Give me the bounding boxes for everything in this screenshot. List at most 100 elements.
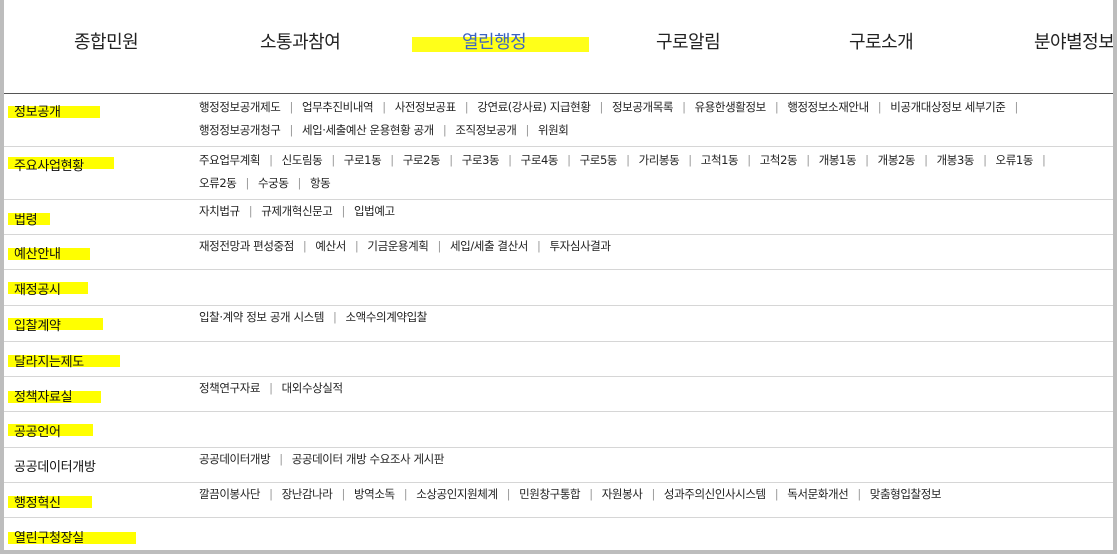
link-separator: |	[688, 153, 692, 167]
submenu-row: 재정공시	[4, 270, 1113, 306]
subcategory-link[interactable]: 개봉3동	[937, 153, 975, 167]
link-separator: |	[626, 153, 630, 167]
category-link[interactable]: 정보공개	[14, 101, 61, 120]
subcategory-link[interactable]: 세입/세출 결산서	[450, 239, 528, 253]
subcategory-links: 재정전망과 편성중점 | 예산서 | 기금운용계획 | 세입/세출 결산서 | 투자심사결과	[199, 235, 1109, 258]
subcategory-link[interactable]: 행정정보소재안내	[787, 100, 869, 114]
link-separator: |	[567, 153, 571, 167]
link-separator: |	[382, 100, 386, 114]
subcategory-link[interactable]: 강연료(강사료) 지급현황	[477, 100, 591, 114]
subcategory-link[interactable]: 맞춤형입찰정보	[870, 487, 942, 501]
subcategory-link[interactable]: 깔끔이봉사단	[199, 487, 260, 501]
subcategory-link[interactable]: 구로2동	[403, 153, 441, 167]
subcategory-link[interactable]: 사전정보공표	[395, 100, 456, 114]
link-separator: |	[525, 123, 529, 137]
subcategory-link[interactable]: 투자심사결과	[549, 239, 610, 253]
nav-item-field-info[interactable]: 분야별정보	[1034, 28, 1113, 54]
link-separator: |	[297, 176, 302, 190]
category-link[interactable]: 달라지는제도	[14, 351, 84, 370]
subcategory-link[interactable]: 민원창구통합	[519, 487, 580, 501]
submenu-row: 공공데이터개방 공공데이터개방 | 공공데이터 개방 수요조사 게시판	[4, 448, 1113, 483]
nav-item-open-administration[interactable]: 열린행정	[462, 28, 527, 54]
subcategory-link[interactable]: 오류1동	[996, 153, 1034, 167]
subcategory-links: 깔끔이봉사단 | 장난감나라 | 방역소독 | 소상공인지원체계 | 민원창구통합 | 자원봉사 | 성…	[199, 483, 1109, 506]
subcategory-link[interactable]: 구로5동	[580, 153, 618, 167]
subcategory-link[interactable]: 개봉2동	[878, 153, 916, 167]
nav-item-participation[interactable]: 소통과참여	[260, 28, 341, 54]
subcategory-link[interactable]: 오류2동	[199, 176, 237, 190]
subcategory-link[interactable]: 재정전망과 편성중점	[199, 239, 294, 253]
link-separator: |	[269, 153, 273, 167]
submenu-row: 달라지는제도	[4, 342, 1113, 377]
subcategory-link[interactable]: 개봉1동	[819, 153, 857, 167]
subcategory-link[interactable]: 조직정보공개	[455, 123, 516, 137]
category-link[interactable]: 열린구청장실	[14, 527, 84, 546]
subcategory-link[interactable]: 유용한생활정보	[695, 100, 767, 114]
subcategory-link[interactable]: 항동	[310, 176, 331, 190]
category-link[interactable]: 정책자료실	[14, 386, 73, 405]
subcategory-link[interactable]: 공공데이터 개방 수요조사 게시판	[292, 452, 445, 466]
subcategory-link[interactable]: 공공데이터개방	[199, 452, 271, 466]
subcategory-link[interactable]: 대외수상실적	[282, 381, 343, 395]
subcategory-link[interactable]: 고척1동	[701, 153, 739, 167]
link-line: 행정정보공개제도 | 업무추진비내역 | 사전정보공표 | 강연료(강사료) 지급현황 | 정보…	[199, 96, 1109, 119]
link-separator: |	[333, 310, 337, 324]
subcategory-link[interactable]: 자원봉사	[602, 487, 643, 501]
link-separator: |	[599, 100, 604, 114]
subcategory-link[interactable]: 입법예고	[354, 204, 395, 218]
subcategory-link[interactable]: 행정정보공개제도	[199, 100, 281, 114]
subcategory-link[interactable]: 행정정보공개청구	[199, 123, 281, 137]
category-link[interactable]: 예산안내	[14, 243, 61, 262]
category-link[interactable]: 공공언어	[14, 421, 61, 440]
subcategory-link[interactable]: 주요업무계획	[199, 153, 260, 167]
category-link[interactable]: 재정공시	[14, 279, 61, 298]
subcategory-links: 행정정보공개제도 | 업무추진비내역 | 사전정보공표 | 강연료(강사료) 지급현황 | 정보…	[199, 96, 1109, 142]
subcategory-link[interactable]: 독서문화개선	[787, 487, 848, 501]
link-line: 공공데이터개방 | 공공데이터 개방 수요조사 게시판	[199, 448, 1109, 471]
category-link[interactable]: 법령	[14, 209, 38, 228]
subcategory-link[interactable]: 비공개대상정보 세부기준	[890, 100, 1006, 114]
nav-item-label: 종합민원	[74, 32, 139, 53]
subcategory-link[interactable]: 입찰·계약 정보 공개 시스템	[199, 310, 324, 324]
link-separator: |	[747, 153, 751, 167]
subcategory-link[interactable]: 위원회	[538, 123, 569, 137]
subcategory-link[interactable]: 신도림동	[282, 153, 323, 167]
subcategory-link[interactable]: 예산서	[315, 239, 346, 253]
subcategory-link[interactable]: 정보공개목록	[612, 100, 673, 114]
link-separator: |	[341, 487, 345, 501]
subcategory-link[interactable]: 기금운용계획	[367, 239, 428, 253]
category-link[interactable]: 행정혁신	[14, 492, 61, 511]
category-link[interactable]: 공공데이터개방	[14, 456, 96, 475]
subcategory-link[interactable]: 가리봉동	[639, 153, 680, 167]
nav-item-guro-news[interactable]: 구로알림	[656, 28, 721, 54]
submenu-list: 정보공개 행정정보공개제도 | 업무추진비내역 | 사전정보공표 | 강연료(강사료) 지급현…	[4, 94, 1113, 550]
subcategory-link[interactable]: 규제개혁신문고	[261, 204, 333, 218]
category-link[interactable]: 입찰계약	[14, 315, 61, 334]
subcategory-link[interactable]: 자치법규	[199, 204, 240, 218]
link-separator: |	[774, 100, 779, 114]
link-line: 재정전망과 편성중점 | 예산서 | 기금운용계획 | 세입/세출 결산서 | 투자심사결과	[199, 235, 1109, 258]
subcategory-links: 자치법규 | 규제개혁신문고 | 입법예고	[199, 200, 1109, 223]
subcategory-link[interactable]: 세입·세출예산 운용현황 공개	[302, 123, 434, 137]
link-separator: |	[464, 100, 469, 114]
subcategory-link[interactable]: 고척2동	[760, 153, 798, 167]
submenu-row: 열린구청장실	[4, 518, 1113, 550]
subcategory-link[interactable]: 장난감나라	[282, 487, 333, 501]
nav-item-civil-service[interactable]: 종합민원	[74, 28, 139, 54]
subcategory-link[interactable]: 성과주의신인사시스템	[664, 487, 766, 501]
subcategory-link[interactable]: 방역소독	[354, 487, 395, 501]
subcategory-link[interactable]: 소액수의계약입찰	[346, 310, 428, 324]
subcategory-link[interactable]: 구로1동	[344, 153, 382, 167]
subcategory-link[interactable]: 정책연구자료	[199, 381, 260, 395]
subcategory-link[interactable]: 업무추진비내역	[302, 100, 374, 114]
subcategory-link[interactable]: 소상공인지원체계	[416, 487, 498, 501]
subcategory-link[interactable]: 구로4동	[521, 153, 559, 167]
link-line: 오류2동 | 수궁동 | 항동	[199, 172, 1109, 195]
link-separator: |	[289, 123, 293, 137]
nav-item-guro-intro[interactable]: 구로소개	[849, 28, 914, 54]
link-separator: |	[651, 487, 655, 501]
link-separator: |	[269, 381, 273, 395]
subcategory-link[interactable]: 구로3동	[462, 153, 500, 167]
subcategory-link[interactable]: 수궁동	[258, 176, 289, 190]
category-link[interactable]: 주요사업현황	[14, 155, 84, 174]
